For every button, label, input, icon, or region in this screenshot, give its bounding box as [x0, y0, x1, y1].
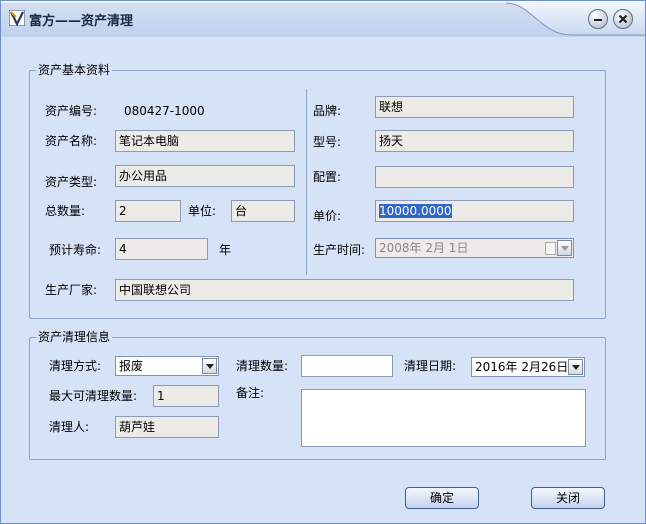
total-qty-label: 总数量: — [45, 204, 86, 218]
model-field[interactable]: 扬天 — [375, 130, 574, 152]
chevron-down-icon — [206, 364, 214, 369]
maker-label: 生产厂家: — [45, 283, 98, 297]
brand-label: 品牌: — [313, 104, 342, 118]
minimize-icon — [594, 19, 602, 21]
unit-field[interactable]: 台 — [231, 200, 295, 222]
brand-field[interactable]: 联想 — [375, 96, 574, 118]
close-button[interactable]: 关闭 — [531, 487, 605, 509]
remark-label: 备注: — [236, 386, 265, 400]
chevron-down-icon — [572, 365, 580, 370]
max-qty-label: 最大可清理数量: — [49, 389, 138, 403]
asset-name-field[interactable]: 笔记本电脑 — [115, 130, 295, 152]
price-field[interactable]: 10000.0000 — [375, 200, 574, 222]
cleanup-info-group-title: 资产清理信息 — [36, 330, 113, 345]
date-picker[interactable]: 2016年 2月26日 — [471, 357, 585, 377]
title-bar[interactable]: 富方——资产清理 — [1, 1, 645, 37]
prod-date-dropdown-arrow[interactable] — [557, 240, 572, 256]
method-select[interactable]: 报废 — [115, 356, 219, 376]
config-field[interactable] — [375, 166, 574, 188]
price-label: 单价: — [313, 209, 342, 223]
model-label: 型号: — [313, 135, 342, 149]
asset-no-label: 资产编号: — [45, 104, 98, 118]
chevron-down-icon — [561, 246, 569, 251]
close-window-button[interactable] — [613, 9, 633, 29]
basic-info-group-title: 资产基本资料 — [36, 63, 113, 78]
qty-label: 清理数量: — [236, 359, 289, 373]
ok-button[interactable]: 确定 — [405, 487, 479, 509]
date-dropdown-arrow[interactable] — [568, 359, 583, 375]
prod-date-label: 生产时间: — [313, 243, 366, 257]
date-value: 2016年 2月26日 — [475, 360, 569, 374]
prod-date-value: 2008年 2月 1日 — [379, 241, 469, 255]
asset-no-value: 080427-1000 — [124, 104, 205, 118]
asset-name-label: 资产名称: — [45, 134, 98, 148]
total-qty-field[interactable]: 2 — [115, 200, 181, 222]
unit-label: 单位: — [188, 204, 217, 218]
price-value-selected: 10000.0000 — [379, 204, 452, 218]
app-logo-icon — [9, 10, 25, 26]
close-icon — [618, 14, 628, 24]
person-field[interactable]: 葫芦娃 — [115, 416, 219, 438]
method-value: 报废 — [119, 359, 144, 373]
life-label: 预计寿命: — [49, 243, 102, 257]
life-field[interactable]: 4 — [115, 238, 208, 260]
window-title: 富方——资产清理 — [29, 14, 134, 29]
person-label: 清理人: — [49, 420, 90, 434]
asset-type-label: 资产类型: — [45, 175, 98, 189]
qty-input[interactable] — [301, 355, 393, 377]
date-label: 清理日期: — [404, 359, 457, 373]
config-label: 配置: — [313, 170, 342, 184]
maker-field[interactable]: 中国联想公司 — [115, 279, 574, 301]
life-unit: 年 — [219, 243, 232, 257]
method-label: 清理方式: — [49, 359, 102, 373]
max-qty-field[interactable]: 1 — [153, 385, 219, 407]
asset-type-field[interactable]: 办公用品 — [115, 165, 295, 187]
column-divider — [306, 89, 307, 275]
asset-cleanup-window: 富方——资产清理 资产基本资料 资产编号: 080427-1000 资产名称: … — [0, 0, 646, 524]
prod-date-picker[interactable]: 2008年 2月 1日 — [375, 238, 574, 258]
minimize-button[interactable] — [588, 9, 608, 29]
prod-date-checkbox[interactable] — [545, 242, 556, 255]
remark-textarea[interactable] — [301, 389, 586, 447]
method-dropdown-arrow[interactable] — [202, 358, 217, 374]
